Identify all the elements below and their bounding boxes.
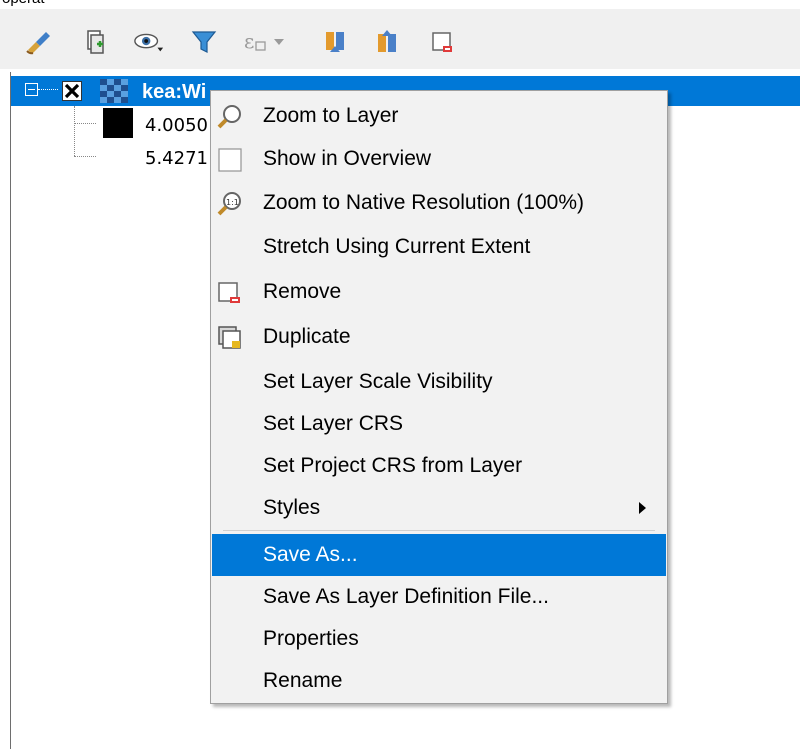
menu-item-styles[interactable]: Styles: [212, 487, 666, 529]
tree-connector-line: [74, 106, 75, 156]
layers-panel-toolbar: ε: [0, 9, 800, 69]
tree-connector-line: [74, 123, 96, 124]
menu-item-label: Save As...: [263, 543, 358, 566]
raster-layer-icon: [100, 79, 128, 103]
layer-context-menu: Zoom to Layer Show in Overview 1:1 Zoom …: [210, 90, 668, 704]
menu-item-save-as-layer-definition[interactable]: Save As Layer Definition File...: [212, 576, 666, 618]
menu-item-show-in-overview[interactable]: Show in Overview: [212, 138, 666, 180]
remove-layer-icon: [217, 279, 243, 305]
menu-item-zoom-to-layer[interactable]: Zoom to Layer: [212, 95, 666, 137]
expand-all-icon[interactable]: [320, 27, 352, 57]
menu-item-zoom-native-resolution[interactable]: 1:1 Zoom to Native Resolution (100%): [212, 182, 666, 224]
menu-item-label: Stretch Using Current Extent: [263, 235, 531, 258]
collapse-all-icon[interactable]: [372, 27, 404, 57]
collapse-toggle-icon[interactable]: [25, 83, 38, 96]
legend-swatch-black: [103, 108, 133, 138]
duplicate-layer-icon: [217, 324, 243, 350]
menu-item-label: Set Layer CRS: [263, 412, 404, 435]
menu-item-duplicate[interactable]: Duplicate: [212, 316, 666, 358]
layer-name[interactable]: kea:Wi: [142, 80, 206, 104]
menu-item-label: Rename: [263, 669, 343, 692]
menu-item-label: Duplicate: [263, 325, 351, 348]
submenu-arrow-icon: [639, 502, 646, 514]
menu-item-set-layer-crs[interactable]: Set Layer CRS: [212, 403, 666, 445]
menu-item-properties[interactable]: Properties: [212, 618, 666, 660]
menu-item-label: Save As Layer Definition File...: [263, 585, 549, 608]
visibility-eye-icon[interactable]: [133, 27, 165, 57]
menu-item-label: Remove: [263, 280, 342, 303]
remove-layer-icon[interactable]: [426, 27, 458, 57]
menu-item-label: Properties: [263, 627, 359, 650]
tree-dotted-line: [38, 89, 58, 90]
menu-item-rename[interactable]: Rename: [212, 660, 666, 702]
window-title-fragment: operat: [0, 0, 45, 7]
expression-filter-icon[interactable]: ε: [242, 27, 292, 57]
filter-icon[interactable]: [188, 27, 220, 57]
menu-item-stretch-current-extent[interactable]: Stretch Using Current Extent: [212, 226, 666, 268]
tree-border: [10, 72, 11, 749]
menu-item-label: Zoom to Layer: [263, 104, 399, 127]
menu-item-save-as[interactable]: Save As...: [212, 534, 666, 576]
tree-connector-line: [74, 156, 96, 157]
menu-item-set-scale-visibility[interactable]: Set Layer Scale Visibility: [212, 361, 666, 403]
legend-value-min: 5.4271: [145, 148, 208, 169]
menu-item-label: Set Project CRS from Layer: [263, 454, 523, 477]
menu-item-label: Show in Overview: [263, 147, 432, 170]
menu-item-remove[interactable]: Remove: [212, 271, 666, 313]
style-brush-icon[interactable]: [22, 27, 54, 57]
zoom-magnifier-icon: [217, 103, 243, 129]
checkbox-icon: [217, 146, 243, 172]
menu-item-label: Set Layer Scale Visibility: [263, 370, 493, 393]
menu-item-set-project-crs[interactable]: Set Project CRS from Layer: [212, 445, 666, 487]
svg-text:1:1: 1:1: [226, 198, 239, 207]
layer-visibility-checkbox[interactable]: [62, 81, 82, 101]
menu-separator: [223, 530, 655, 531]
legend-value-max: 4.0050: [145, 115, 208, 136]
menu-item-label: Zoom to Native Resolution (100%): [263, 191, 584, 214]
menu-item-label: Styles: [263, 496, 321, 519]
svg-text:ε: ε: [244, 29, 254, 53]
zoom-native-icon: 1:1: [217, 190, 243, 216]
add-group-icon[interactable]: [80, 27, 112, 57]
